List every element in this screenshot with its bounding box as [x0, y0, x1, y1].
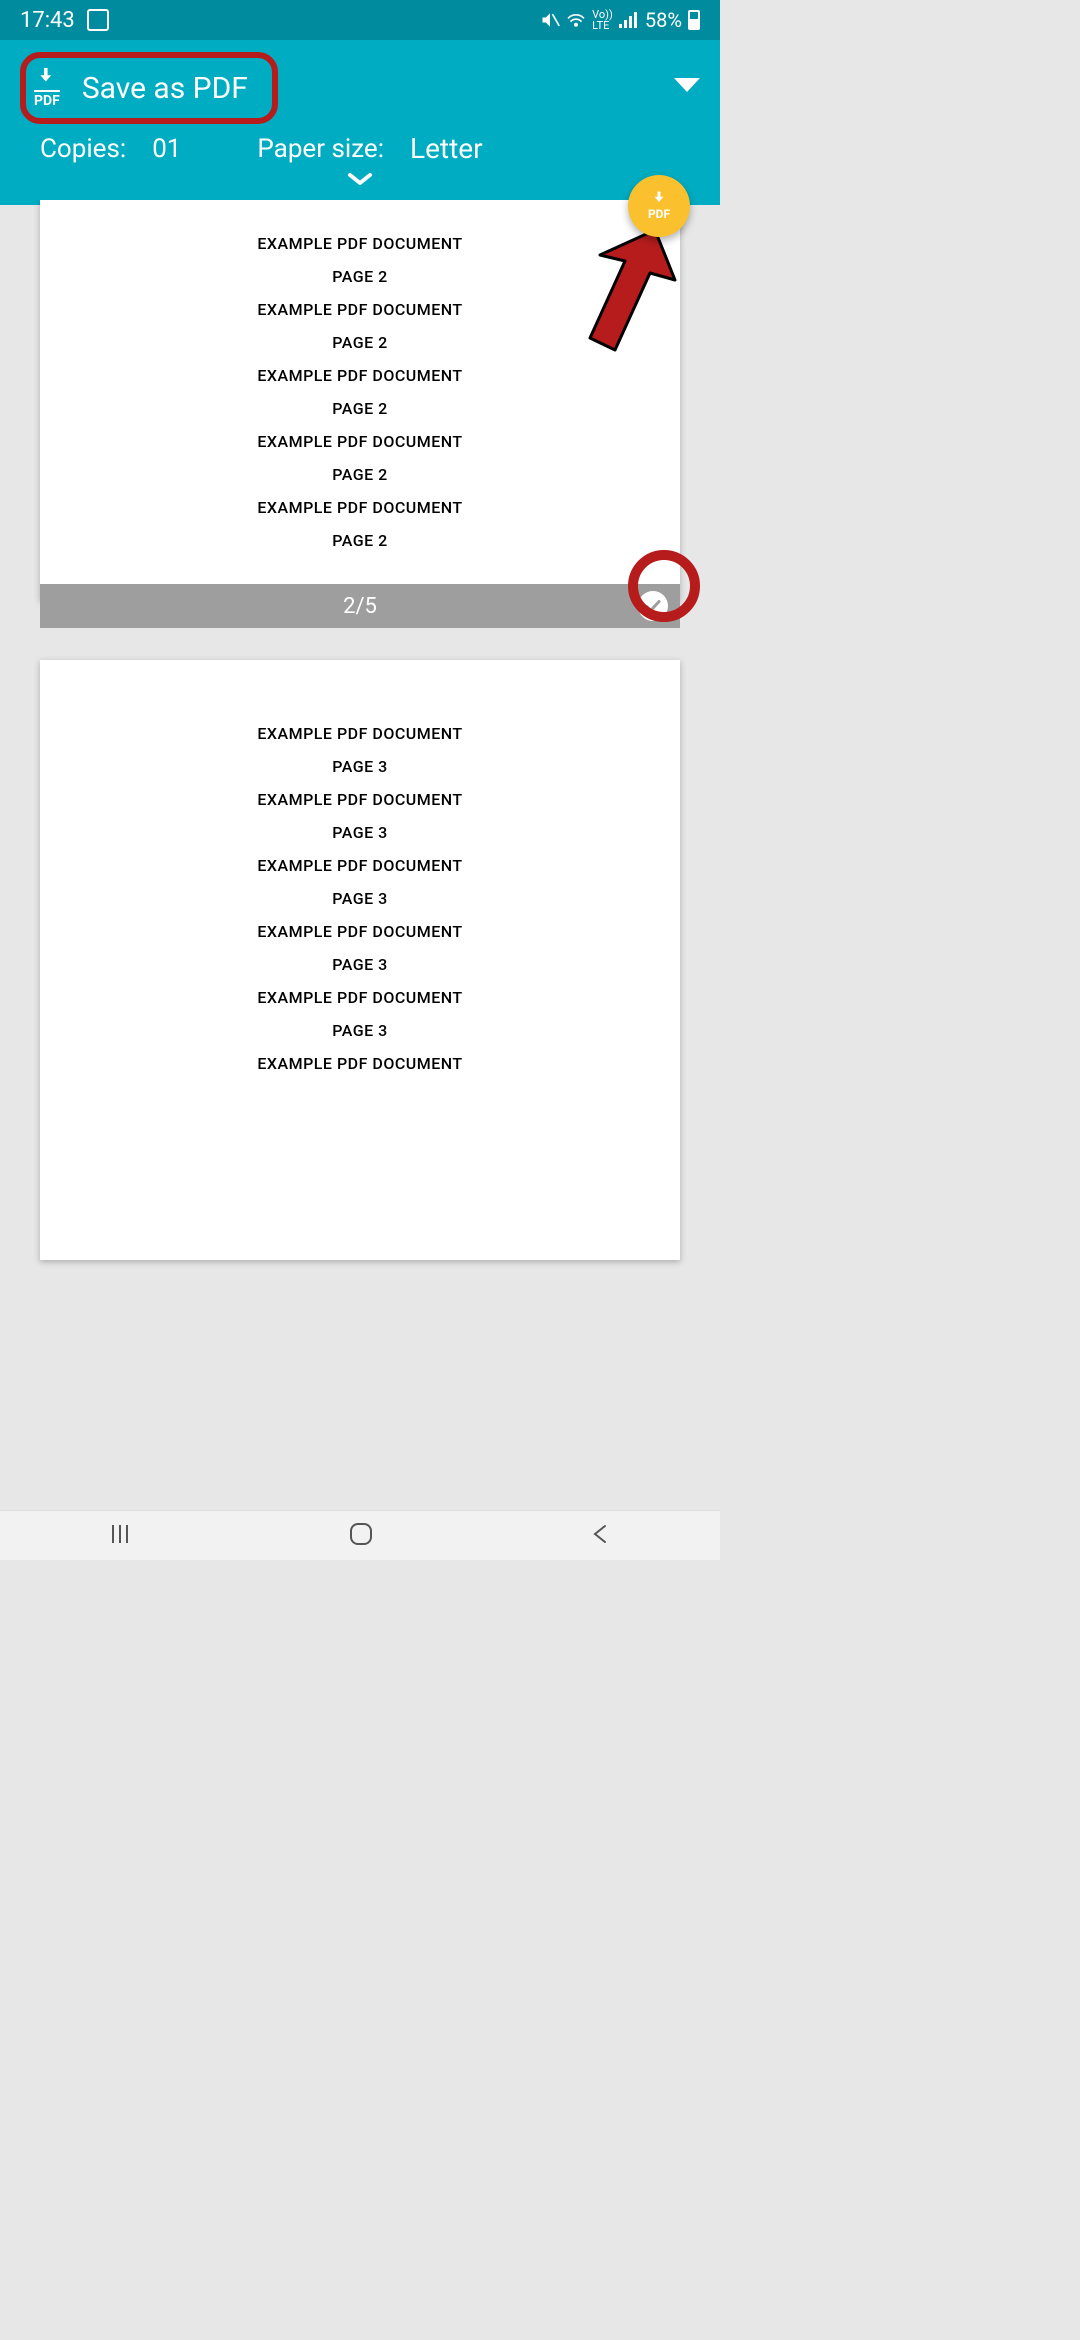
- doc-line: EXAMPLE PDF DOCUMENT: [40, 432, 680, 451]
- doc-line: EXAMPLE PDF DOCUMENT: [40, 366, 680, 385]
- wifi-icon: [566, 12, 586, 28]
- doc-line: EXAMPLE PDF DOCUMENT: [40, 922, 680, 941]
- network-label: Vo))LTE: [592, 9, 613, 31]
- page-line: PAGE 3: [40, 757, 680, 776]
- page-line: PAGE 3: [40, 955, 680, 974]
- copies-label: Copies:: [40, 134, 126, 164]
- doc-line: EXAMPLE PDF DOCUMENT: [40, 300, 680, 319]
- fab-text: PDF: [648, 207, 670, 221]
- save-as-pdf-label: Save as PDF: [82, 71, 248, 106]
- print-header: PDF Save as PDF Copies: 01 Paper size: L…: [0, 40, 720, 205]
- page-line: PAGE 3: [40, 823, 680, 842]
- page-line: PAGE 3: [40, 1021, 680, 1040]
- page-body: EXAMPLE PDF DOCUMENT PAGE 2 EXAMPLE PDF …: [40, 200, 680, 584]
- recents-button[interactable]: [107, 1521, 133, 1551]
- page-line: PAGE 3: [40, 889, 680, 908]
- printer-dropdown-icon[interactable]: [674, 78, 700, 98]
- battery-pct: 58%: [645, 8, 682, 32]
- page-footer: 2/5: [40, 584, 680, 628]
- mute-icon: [540, 10, 560, 30]
- signal-icon: [619, 12, 639, 28]
- page-line: PAGE 2: [40, 333, 680, 352]
- android-nav-bar: [0, 1510, 720, 1560]
- save-pdf-fab[interactable]: PDF: [628, 175, 690, 237]
- page-line: PAGE 2: [40, 465, 680, 484]
- page-counter: 2/5: [343, 594, 377, 619]
- page-line: PAGE 2: [40, 267, 680, 286]
- pdf-download-icon: PDF: [34, 68, 60, 108]
- doc-line: EXAMPLE PDF DOCUMENT: [40, 856, 680, 875]
- picture-icon: [87, 9, 109, 31]
- doc-line: EXAMPLE PDF DOCUMENT: [40, 234, 680, 253]
- save-as-pdf-button[interactable]: PDF Save as PDF: [20, 52, 278, 124]
- page-line: PAGE 2: [40, 399, 680, 418]
- expand-options-button[interactable]: [0, 169, 720, 195]
- back-button[interactable]: [589, 1522, 613, 1550]
- page-selected-check-icon[interactable]: [638, 591, 668, 621]
- doc-line: EXAMPLE PDF DOCUMENT: [40, 1054, 680, 1073]
- clock: 17:43: [20, 8, 75, 33]
- page-line: PAGE 2: [40, 531, 680, 550]
- paper-size-label: Paper size:: [257, 134, 384, 164]
- doc-line: EXAMPLE PDF DOCUMENT: [40, 498, 680, 517]
- preview-page-2[interactable]: EXAMPLE PDF DOCUMENT PAGE 2 EXAMPLE PDF …: [40, 200, 680, 600]
- print-options-row: Copies: 01 Paper size: Letter: [0, 128, 720, 169]
- download-icon: [650, 191, 668, 207]
- status-right: Vo))LTE 58%: [540, 8, 700, 32]
- battery-icon: [688, 10, 700, 30]
- doc-line: EXAMPLE PDF DOCUMENT: [40, 790, 680, 809]
- preview-area[interactable]: EXAMPLE PDF DOCUMENT PAGE 2 EXAMPLE PDF …: [0, 200, 720, 1510]
- doc-line: EXAMPLE PDF DOCUMENT: [40, 988, 680, 1007]
- preview-page-3[interactable]: EXAMPLE PDF DOCUMENT PAGE 3 EXAMPLE PDF …: [40, 660, 680, 1260]
- copies-value[interactable]: 01: [152, 134, 181, 164]
- home-button[interactable]: [347, 1520, 375, 1552]
- status-bar: 17:43 Vo))LTE 58%: [0, 0, 720, 40]
- doc-line: EXAMPLE PDF DOCUMENT: [40, 724, 680, 743]
- page-body: EXAMPLE PDF DOCUMENT PAGE 3 EXAMPLE PDF …: [40, 660, 680, 1107]
- paper-size-value[interactable]: Letter: [410, 132, 483, 165]
- status-left: 17:43: [20, 8, 109, 33]
